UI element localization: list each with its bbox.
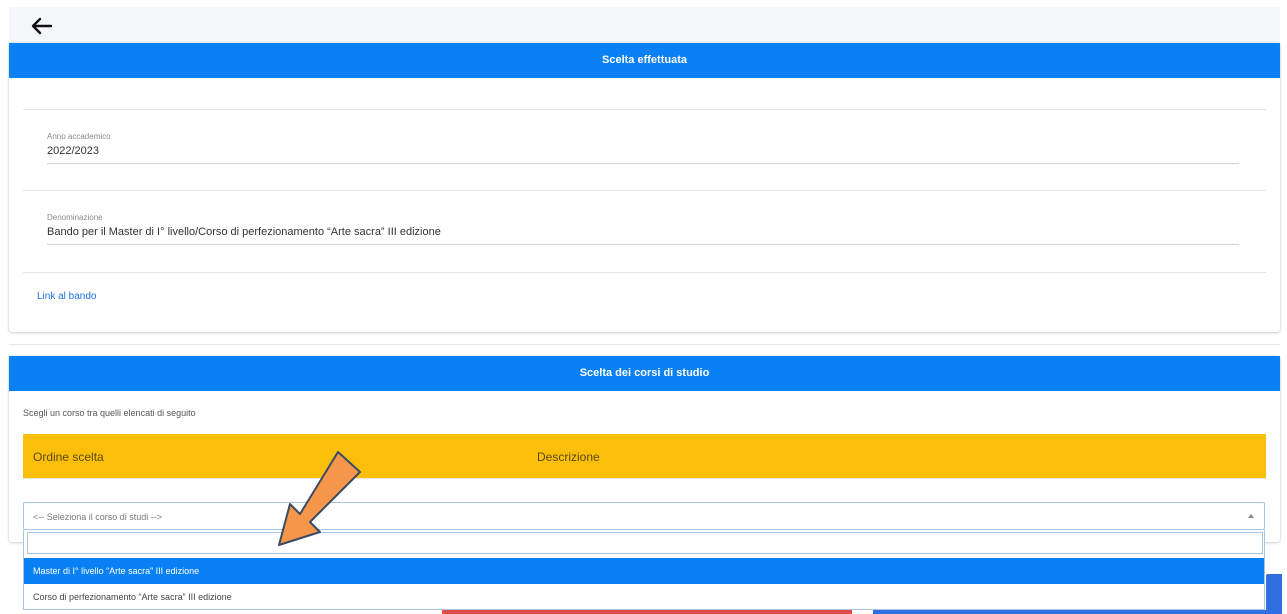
course-select-placeholder: <-- Seleziona il corso di studi --> [33,512,163,522]
denomination-value: Bando per il Master di I° livello/Corso … [47,226,441,238]
page: Scelta effettuata Anno accademico 2022/2… [0,0,1287,614]
confirm-button[interactable] [873,610,1273,614]
course-selection-header: Scelta dei corsi di studio [9,356,1280,391]
column-description: Descrizione [537,450,600,464]
denomination-label: Denominazione [47,213,103,222]
back-button[interactable] [29,15,55,37]
course-selection-intro: Scegli un corso tra quelli elencati di s… [23,408,196,418]
column-order: Ordine scelta [33,450,104,464]
call-link[interactable]: Link al bando [37,291,97,302]
chosen-selection-header: Scelta effettuata [9,43,1280,78]
divider [23,190,1266,191]
cancel-button[interactable] [442,610,852,614]
divider [23,109,1266,110]
side-action-button[interactable] [1266,574,1282,614]
academic-year-field: Anno accademico 2022/2023 [47,132,1239,164]
caret-up-icon [1248,514,1254,518]
dropdown-option-corso[interactable]: Corso di perfezionamento “Arte sacra” II… [24,584,1264,610]
denomination-field: Denominazione Bando per il Master di I° … [47,213,1239,245]
academic-year-value: 2022/2023 [47,145,99,157]
section-divider [9,344,1280,345]
chosen-selection-card: Scelta effettuata Anno accademico 2022/2… [9,43,1280,332]
dropdown-option-master[interactable]: Master di I° livello “Arte sacra” III ed… [24,558,1264,584]
course-table-header: Ordine scelta Descrizione [23,434,1266,478]
dropdown-search-input[interactable] [27,532,1263,554]
arrow-left-icon [31,17,53,35]
divider [23,272,1266,273]
course-dropdown: Master di I° livello “Arte sacra” III ed… [23,530,1265,610]
academic-year-label: Anno accademico [47,132,111,141]
top-bar [9,7,1280,43]
course-select[interactable]: <-- Seleziona il corso di studi --> [23,502,1265,530]
table-divider [23,478,1266,479]
